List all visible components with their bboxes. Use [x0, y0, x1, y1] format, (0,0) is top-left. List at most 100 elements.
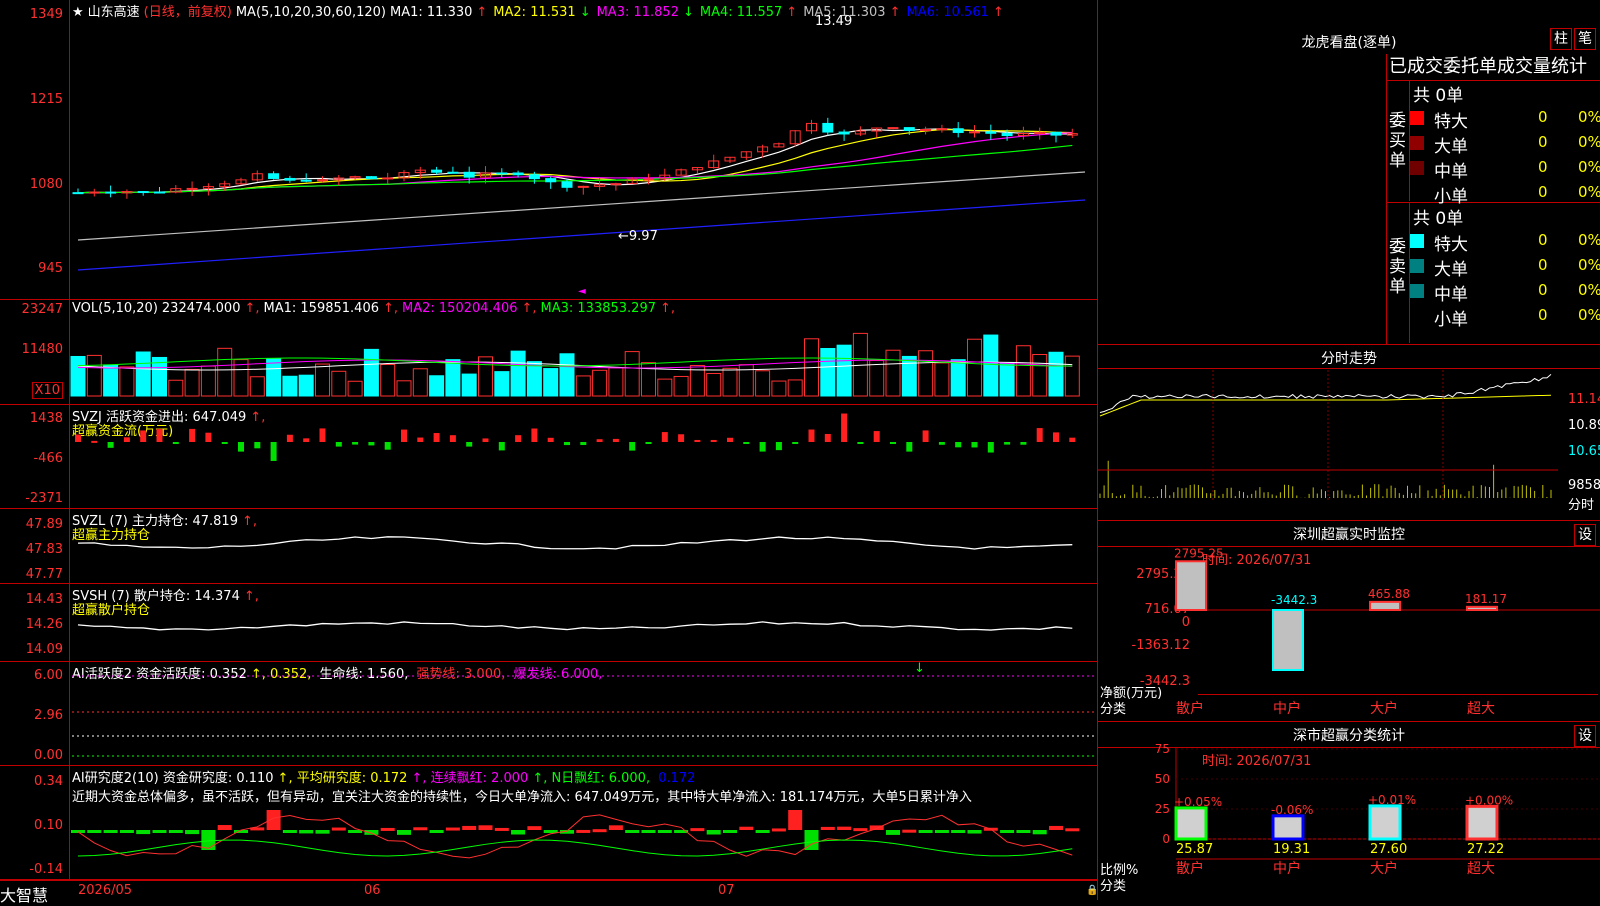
sz-stats-panel[interactable]: 深市超赢分类统计 设 时间: 2026/07/31 比例% 分类 75 50 25 0…: [1098, 723, 1600, 900]
ai-activity-panel[interactable]: 6.00 2.96 0.00 AI活跃度2 资金活跃度: 0.352 ↑, 0.3…: [0, 662, 1097, 766]
candle-body: [463, 171, 475, 178]
candle-body: [545, 178, 557, 183]
volume-bar: [119, 366, 135, 397]
fund-flow-bar: [189, 428, 196, 442]
research-bar: [625, 830, 640, 833]
volume-panel[interactable]: 23247 11480 X10 VOL(5,10,20) 232474.000 ↑,…: [0, 300, 1097, 405]
fund-flow-bar: [906, 442, 913, 452]
ai-activity-chart[interactable]: ↓: [0, 662, 1097, 765]
fund-flow-bar: [368, 442, 375, 446]
net-bar-3: [1369, 600, 1401, 611]
volume-chart[interactable]: [0, 300, 1097, 404]
svzj-chart[interactable]: [0, 405, 1097, 508]
fund-flow-bar: [971, 442, 978, 448]
order-type-label: 特大: [1434, 235, 1468, 255]
research-bar: [739, 826, 754, 830]
sz-net-bar-chart[interactable]: 2795.25 -3442.3 465.88 181.17: [1098, 522, 1600, 722]
candle-body: [528, 174, 540, 180]
candle-body: [88, 191, 100, 194]
volume-bar: [918, 350, 934, 397]
research-bar: [511, 830, 526, 835]
candle-body: [952, 128, 964, 133]
ai-research-panel[interactable]: 0.34 0.10 -0.14 AI研究度2(10) 资金研究度: 0.110 ↑…: [0, 766, 1097, 880]
fund-flow-bar: [890, 442, 896, 444]
fund-flow-bar: [710, 439, 717, 442]
research-bar: [1049, 825, 1063, 830]
order-count: 0: [1538, 256, 1548, 274]
svzj-panel[interactable]: 1438 -466 -2371 SVZJ 活跃资金进出: 647.049 ↑, 超…: [0, 405, 1097, 509]
volume-bar: [657, 378, 673, 397]
research-bar: [657, 830, 672, 833]
order-percent: 0%: [1578, 133, 1600, 151]
fund-flow-bar: [91, 440, 98, 443]
buy-side-label: 委买单: [1389, 111, 1406, 171]
candle-body: [72, 192, 84, 195]
volume-bar: [412, 368, 428, 397]
fenshi-panel[interactable]: 分时走势 11.14 10.89 10.65 9858 分时: [1098, 346, 1600, 521]
research-bar: [755, 830, 770, 833]
volume-bar: [950, 359, 966, 397]
volume-bar: [983, 334, 999, 397]
fund-flow-bar: [1020, 442, 1027, 445]
candlestick-chart[interactable]: [0, 0, 1097, 299]
volume-bar: [575, 375, 591, 397]
volume-bar: [1015, 345, 1031, 397]
ma-line-120: [77, 199, 1086, 271]
fenshi-label-low: 10.65: [1568, 444, 1600, 459]
ratio-bar-3: [1368, 804, 1402, 841]
volume-bar: [967, 338, 982, 397]
volume-bar: [1032, 354, 1048, 397]
ratio-value-label: 19.31: [1273, 842, 1310, 857]
bar-mode-button[interactable]: 柱: [1550, 28, 1572, 50]
high-price-label: 13.49: [815, 14, 853, 29]
order-type-label: 特大: [1434, 112, 1468, 132]
sell-side-label: 委卖单: [1389, 237, 1406, 297]
ratio-bar-2: [1271, 814, 1305, 841]
svzl-chart[interactable]: [0, 509, 1097, 583]
volume-bar: [282, 375, 298, 397]
volume-bar: [820, 347, 836, 397]
ma-line-60: [77, 171, 1086, 241]
retail-holding-line: [77, 621, 1073, 631]
sz-monitor-panel[interactable]: 深圳超赢实时监控 设 时间: 2026/07/31 2795.25 716.07…: [1098, 522, 1600, 722]
fund-flow-bar: [75, 434, 81, 442]
tick-mode-button[interactable]: 笔: [1574, 28, 1596, 50]
research-bar: [364, 830, 379, 835]
date-label-jul: 07: [718, 883, 735, 898]
order-count: 0: [1538, 281, 1548, 299]
research-bar: [494, 827, 509, 831]
research-bar: [299, 830, 314, 834]
legend-swatch: [1410, 136, 1424, 150]
sz-category-label: 中户: [1273, 701, 1301, 717]
research-line: [77, 814, 1073, 859]
fenshi-label-vol: 9858: [1568, 478, 1600, 493]
svsh-chart[interactable]: [0, 584, 1097, 661]
order-type-label: 中单: [1434, 162, 1468, 182]
ai-research-chart[interactable]: [0, 766, 1097, 879]
kline-panel[interactable]: 1349 1215 1080 945 ★ 山东高速 (日线，前复权) MA(5,10,…: [0, 0, 1097, 300]
fund-flow-bar: [498, 442, 505, 451]
research-bar: [641, 830, 656, 833]
research-bar: [527, 826, 542, 830]
candle-body: [105, 191, 117, 194]
research-bar: [380, 827, 395, 831]
main-holding-line: [77, 536, 1073, 550]
fund-flow-bar: [987, 442, 994, 453]
research-bar: [103, 830, 118, 833]
volume-bar: [722, 367, 738, 397]
longhu-row: 特大 0 0%: [1408, 229, 1600, 255]
ratio-bar-4: [1465, 804, 1499, 841]
svzl-panel[interactable]: 47.89 47.83 47.77 SVZL (7) 主力持仓: 47.819 ↑…: [0, 509, 1097, 584]
research-bar: [185, 830, 200, 835]
fund-flow-bar: [384, 442, 391, 450]
intraday-chart[interactable]: [1098, 346, 1600, 521]
svsh-panel[interactable]: 14.43 14.26 14.09 SVSH (7) 散户持仓: 14.374 ↑…: [0, 584, 1097, 662]
research-bar: [217, 825, 232, 830]
research-bar: [266, 810, 281, 830]
fund-flow-bar: [1069, 437, 1076, 442]
sz-ratio-bar-chart[interactable]: 75 50 25 0 +0.05% 25.87 散户 -0.06% 19.31 中户 +0.01% 2…: [1098, 723, 1600, 900]
research-bar: [445, 827, 460, 831]
longhu-tabs[interactable]: 已成交委托单成交量统计: [1387, 54, 1600, 81]
volume-bar: [266, 358, 282, 397]
legend-swatch: [1410, 284, 1424, 298]
